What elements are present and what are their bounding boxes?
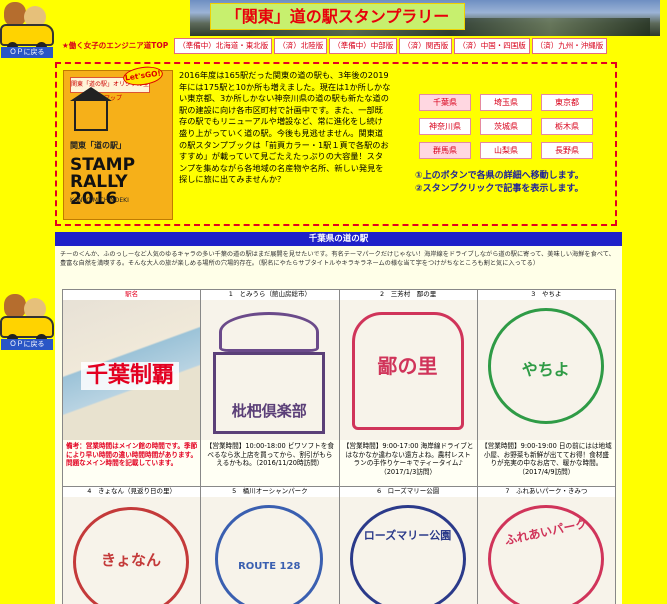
- stamp-header: 6 ローズマリー公園: [339, 487, 477, 497]
- stamp-number: 5: [232, 487, 237, 495]
- back-to-top-label: ＯＰに戻る: [1, 339, 53, 350]
- pref-button-nagano[interactable]: 長野県: [541, 142, 593, 159]
- stamp-cell: 5 桶川オーシャンパーク ROUTE 128: [200, 486, 340, 604]
- pref-button-ibaraki[interactable]: 茨城県: [480, 118, 532, 135]
- stamp-cell: 6 ローズマリー公園 ローズマリー公園: [338, 486, 478, 604]
- nav-link-hokkaido-tohoku[interactable]: （準備中）北海道・東北版: [174, 38, 273, 54]
- stamp-header: 7 ふれあいパーク・きみつ: [477, 487, 615, 497]
- stamp-number: 6: [376, 487, 382, 495]
- stamp-number: 4: [87, 487, 92, 495]
- stamp-header: 4 きょなん（見返り日の里）: [63, 487, 201, 497]
- instruction-2: ②スタンプクリックで記事を表示します。: [415, 184, 584, 194]
- section-body: チーの＜んか、ふのっしーなど人気のゆるキャラの多い千葉の道の駅はまだ展開を見せた…: [55, 246, 622, 604]
- pref-button-yamanashi[interactable]: 山梨県: [480, 142, 532, 159]
- stamp-text: ROUTE 128: [238, 561, 301, 572]
- pref-button-gunma[interactable]: 群馬県: [419, 142, 471, 159]
- image-caption: 千葉制覇: [81, 362, 179, 390]
- nav-link-top[interactable]: ★働く女子のエンジニア道TOP: [58, 38, 173, 54]
- stamp-cell: 2 三芳村 鄙の里 鄙の里 【営業時間】9:00-17:00 海岸線ドライブとは…: [338, 289, 478, 487]
- nav-link-chugoku-shikoku[interactable]: （済）中国・四国版: [454, 38, 530, 54]
- stamp-image-hinanosato[interactable]: 鄙の里: [339, 300, 477, 440]
- back-to-top-mascot[interactable]: ＯＰに戻る: [0, 0, 55, 58]
- stamp-text: きょなん: [100, 551, 161, 569]
- section-title: 千葉県の道の駅: [55, 232, 622, 246]
- stamp-image-kyonan[interactable]: きょなん: [63, 497, 201, 604]
- stamp-name: 桶川オーシャンパーク: [242, 487, 308, 495]
- pref-button-kanagawa[interactable]: 神奈川県: [419, 118, 471, 135]
- stamp-caption: 【営業時間】10:00-18:00 ビワソフトを食べるなら氷上店を買ってから、割…: [201, 440, 339, 486]
- stamp-cell: 駅名 千葉制覇 備考：営業時間はメイン館の時間です。季節により早い時間の違い時間…: [61, 289, 202, 487]
- stamp-header: 2 三芳村 鄙の里: [339, 290, 477, 300]
- pref-button-chiba[interactable]: 千葉県: [419, 94, 471, 111]
- stamp-text: 鄙の里: [377, 354, 438, 378]
- instruction-1: ①上のボタンで各県の詳細へ移動します。: [415, 171, 584, 181]
- stamp-caption: 【営業時間】9:00-19:00 日の前にはは地域小屋、お野菜も新鮮が出ててお得…: [477, 440, 615, 486]
- stamp-table: 駅名 千葉制覇 備考：営業時間はメイン館の時間です。季節により早い時間の違い時間…: [61, 289, 617, 604]
- intro-panel: 関東「道の駅」オリジナル全体マップ 関東「道の駅」 STAMP RALLY 20…: [55, 62, 617, 226]
- stamp-caption: 備考：営業時間はメイン館の時間です。季節により早い時間の違い時間時間があります。…: [63, 440, 201, 486]
- stamp-header: 駅名: [63, 290, 201, 300]
- stamp-name: とみうら（館山房総市）: [239, 290, 311, 298]
- nav-link-chubu[interactable]: （準備中）中部版: [329, 38, 398, 54]
- station-house-icon: [70, 87, 112, 131]
- chiba-map-image[interactable]: 千葉制覇: [63, 300, 201, 440]
- book-footer: KANTO MICHINOEKI: [70, 197, 129, 204]
- book-title-text: STAMP RALLY: [70, 155, 136, 192]
- page-title-text: 「関東」道の駅スタンプラリー: [225, 7, 450, 26]
- stamp-name: 三芳村 鄙の里: [390, 290, 437, 298]
- stamp-shape: [349, 505, 466, 604]
- page-title: 「関東」道の駅スタンプラリー: [210, 3, 465, 30]
- instructions: ①上のボタンで各県の詳細へ移動します。 ②スタンプクリックで記事を表示します。: [415, 170, 615, 196]
- region-nav: ★働く女子のエンジニア道TOP （準備中）北海道・東北版 （済）北陸版 （準備中…: [58, 38, 662, 54]
- stamp-header: 5 桶川オーシャンパーク: [201, 487, 339, 497]
- pref-button-saitama[interactable]: 埼玉県: [480, 94, 532, 111]
- nav-link-hokuriku[interactable]: （済）北陸版: [274, 38, 328, 54]
- stamp-name: ふれあいパーク・きみつ: [516, 487, 588, 495]
- stamp-header: 1 とみうら（館山房総市）: [201, 290, 339, 300]
- stamp-name: ローズマリー公園: [387, 487, 440, 495]
- header: ＯＰに戻る 「関東」道の駅スタンプラリー: [0, 0, 667, 58]
- stamp-book-cover-image[interactable]: 関東「道の駅」オリジナル全体マップ 関東「道の駅」 STAMP RALLY 20…: [63, 70, 173, 220]
- stamp-text: ローズマリー公園: [363, 529, 452, 542]
- intro-text: 2016年度は165駅だった関東の道の駅も、3年後の2019年には175駅と10…: [179, 70, 391, 185]
- stamp-name: やちよ: [541, 290, 562, 298]
- stamp-shape: [213, 352, 326, 434]
- stamp-image-yachiyo[interactable]: やちよ: [477, 300, 615, 440]
- table-row: 駅名 千葉制覇 備考：営業時間はメイン館の時間です。季節により早い時間の違い時間…: [61, 289, 617, 487]
- stamp-name: きょなん（見返り日の里）: [97, 487, 176, 495]
- prefecture-buttons: 千葉県 埼玉県 東京都 神奈川県 茨城県 栃木県 群馬県 山梨県 長野県: [419, 94, 595, 159]
- book-subtitle: 関東「道の駅」: [70, 141, 126, 150]
- stamp-caption: 【営業時間】9:00-17:00 海岸線ドライブとはなかなか違わない遠方よね。農…: [339, 440, 477, 486]
- stamp-cell: 3 やちよ やちよ 【営業時間】9:00-19:00 日の前にはは地域小屋、お野…: [476, 289, 617, 487]
- stamp-image-tomiura[interactable]: 枇杷倶楽部: [201, 300, 339, 440]
- pref-button-tochigi[interactable]: 栃木県: [541, 118, 593, 135]
- nav-link-kyushu-okinawa[interactable]: （済）九州・沖縄版: [531, 38, 608, 54]
- stamp-cell: 4 きょなん（見返り日の里） きょなん: [61, 486, 202, 604]
- stamp-cell: 1 とみうら（館山房総市） 枇杷倶楽部 【営業時間】10:00-18:00 ビワ…: [200, 289, 340, 487]
- nav-link-kansai[interactable]: （済）関西版: [399, 38, 453, 54]
- stamp-header: 3 やちよ: [477, 290, 615, 300]
- stamp-shape: [219, 312, 320, 352]
- stamp-image-kimitsu[interactable]: ふれあいパーク: [477, 497, 615, 604]
- section-description: チーの＜んか、ふのっしーなど人気のゆるキャラの多い千葉の道の駅はまだ展開を見せた…: [60, 251, 615, 267]
- stamp-cell: 7 ふれあいパーク・きみつ ふれあいパーク: [476, 486, 617, 604]
- stamp-text: 枇杷倶楽部: [231, 402, 307, 420]
- bear-mascot-icon: [4, 294, 26, 318]
- stamp-number: 3: [531, 290, 536, 298]
- stamp-image-okegawa[interactable]: ROUTE 128: [201, 497, 339, 604]
- stamp-shape: [215, 505, 324, 604]
- back-to-top-mascot[interactable]: ＯＰに戻る: [0, 292, 55, 350]
- stamp-number: 7: [505, 487, 510, 495]
- stamp-number: 1: [228, 290, 233, 298]
- table-row: 4 きょなん（見返り日の里） きょなん 5 桶川オーシャンパーク ROUTE 1…: [61, 486, 617, 604]
- pref-button-tokyo[interactable]: 東京都: [541, 94, 593, 111]
- stamp-image-rosemary[interactable]: ローズマリー公園: [339, 497, 477, 604]
- stamp-number: 2: [380, 290, 385, 298]
- stamp-text: やちよ: [521, 360, 570, 379]
- back-to-top-label: ＯＰに戻る: [1, 47, 53, 58]
- bear-mascot-icon: [4, 2, 26, 26]
